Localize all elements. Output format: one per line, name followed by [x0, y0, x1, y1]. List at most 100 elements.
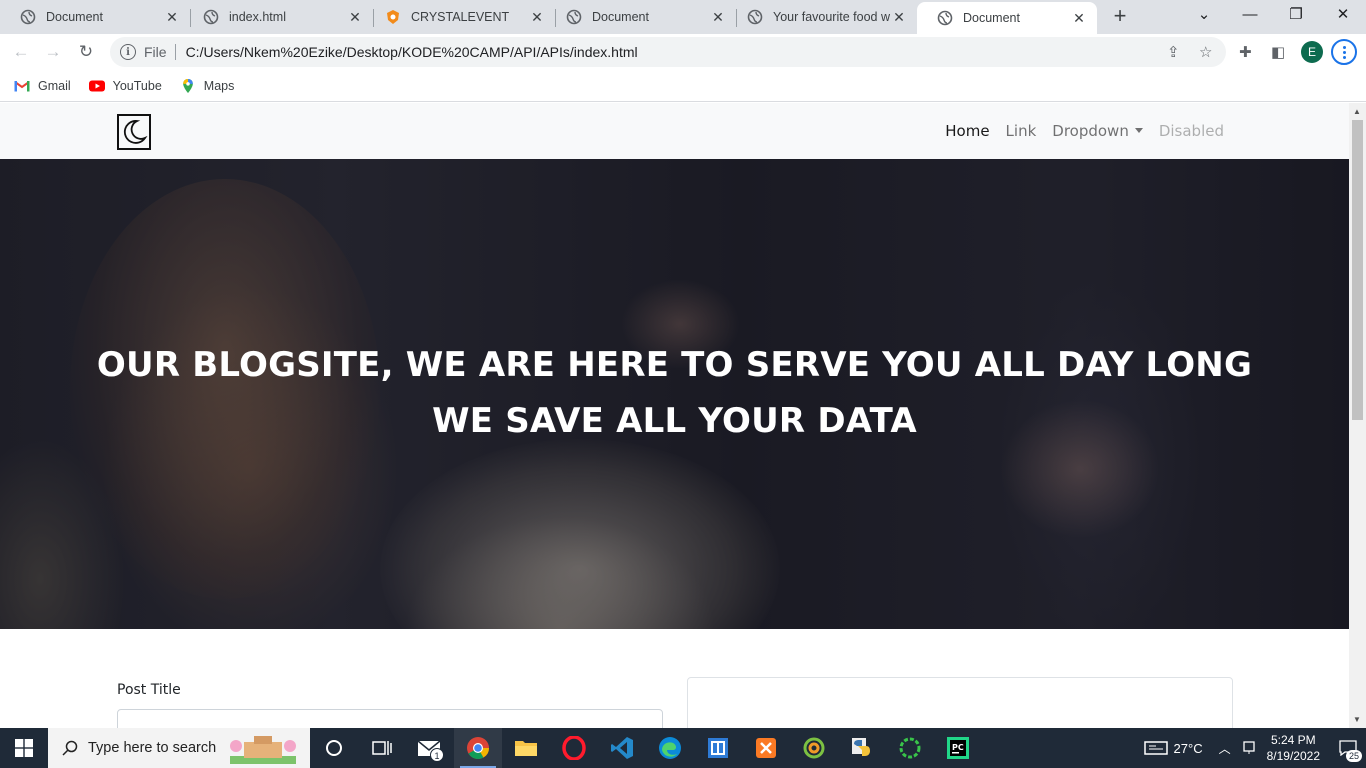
python-icon	[852, 738, 870, 756]
network-icon[interactable]	[1241, 740, 1257, 756]
reload-icon[interactable]: ↻	[74, 40, 98, 64]
globe-icon	[20, 9, 36, 25]
tab-close-icon[interactable]: ✕	[891, 9, 907, 26]
globe-icon	[747, 9, 763, 25]
search-placeholder: Type here to search	[88, 740, 217, 756]
browser-tab-strip: Document ✕ index.html ✕ CRYSTALEVENT ✕ D…	[0, 0, 1366, 34]
tab-close-icon[interactable]: ✕	[710, 9, 726, 26]
swirl-app-icon	[803, 737, 825, 759]
opera-icon	[562, 736, 586, 760]
nav-link-disabled: Disabled	[1158, 122, 1224, 140]
posts-card	[687, 677, 1233, 728]
tab-title: CRYSTALEVENT	[411, 10, 510, 24]
tab-close-icon[interactable]: ✕	[1071, 10, 1087, 27]
vscode-icon	[611, 737, 633, 759]
taskbar-python-app[interactable]	[838, 728, 886, 768]
scroll-down-icon[interactable]: ▼	[1353, 715, 1361, 724]
bookmark-maps[interactable]: Maps	[180, 78, 235, 93]
xampp-icon	[756, 738, 776, 758]
nav-dropdown-toggle[interactable]: Dropdown	[1052, 122, 1143, 140]
new-tab-button[interactable]: +	[1108, 5, 1132, 29]
taskbar-pycharm-app[interactable]: PC	[934, 728, 982, 768]
bookmark-star-icon[interactable]: ☆	[1199, 43, 1212, 61]
browser-tab[interactable]: CRYSTALEVENT ✕	[365, 0, 555, 34]
globe-icon	[937, 10, 953, 26]
nav-link-link[interactable]: Link	[1006, 122, 1037, 140]
clock-time: 5:24 PM	[1270, 733, 1316, 747]
taskbar-app-green-orange[interactable]	[790, 728, 838, 768]
bookmark-label: Maps	[203, 78, 235, 93]
hero-line-2: WE SAVE ALL YOUR DATA	[432, 401, 917, 441]
maximize-button[interactable]: ❐	[1273, 0, 1319, 30]
browser-tab[interactable]: index.html ✕	[183, 0, 373, 34]
globe-icon	[203, 9, 219, 25]
site-logo[interactable]	[117, 114, 151, 150]
caret-down-icon	[1134, 128, 1143, 133]
back-arrow-icon[interactable]: ←	[9, 40, 33, 64]
taskbar-chrome-app[interactable]	[454, 728, 502, 768]
search-icon	[62, 740, 78, 756]
minimize-button[interactable]: —	[1227, 0, 1273, 30]
nav-link-home[interactable]: Home	[945, 122, 989, 140]
system-tray: 27°C ︿ 5:24 PM 8/19/2022 25	[1143, 728, 1366, 768]
taskbar-clock[interactable]: 5:24 PM 8/19/2022	[1267, 732, 1320, 764]
close-window-button[interactable]: ✕	[1320, 0, 1366, 30]
notification-center-button[interactable]: 25	[1330, 728, 1366, 768]
site-navbar: Home Link Dropdown Disabled	[0, 103, 1349, 159]
weather-temperature[interactable]: 27°C	[1174, 741, 1203, 756]
bookmark-gmail[interactable]: Gmail	[14, 79, 71, 93]
start-button[interactable]	[0, 728, 48, 768]
tab-title: Document	[592, 10, 649, 24]
page-scrollbar[interactable]: ▲ ▼	[1349, 103, 1366, 728]
address-bar[interactable]: i File C:/Users/Nkem%20Ezike/Desktop/KOD…	[110, 37, 1226, 67]
profile-avatar[interactable]: E	[1301, 41, 1323, 63]
post-title-label: Post Title	[117, 682, 181, 698]
cortana-circle-icon	[326, 740, 342, 756]
folder-icon	[515, 741, 537, 756]
taskbar-mail-app[interactable]: 1	[406, 728, 454, 768]
tab-title: index.html	[229, 10, 286, 24]
post-title-input[interactable]	[117, 709, 663, 728]
side-panel-icon[interactable]: ◧	[1271, 43, 1285, 61]
browser-tab[interactable]: Your favourite food w ✕	[727, 0, 917, 34]
forward-arrow-icon[interactable]: →	[41, 40, 65, 64]
chrome-icon	[467, 737, 489, 759]
tray-chevron-up-icon[interactable]: ︿	[1219, 740, 1231, 757]
scroll-up-icon[interactable]: ▲	[1353, 107, 1361, 116]
tab-close-icon[interactable]: ✕	[164, 9, 180, 26]
browser-toolbar: ← → ↻ i File C:/Users/Nkem%20Ezike/Deskt…	[0, 34, 1366, 70]
tab-close-icon[interactable]: ✕	[529, 9, 545, 26]
taskbar-opera-app[interactable]	[550, 728, 598, 768]
youtube-icon	[88, 80, 105, 91]
browser-tab[interactable]: Document ✕	[0, 0, 190, 34]
svg-text:PC: PC	[952, 743, 964, 752]
extensions-puzzle-icon[interactable]: ✚	[1239, 43, 1252, 61]
taskbar-file-explorer[interactable]	[502, 728, 550, 768]
task-view-button[interactable]	[358, 728, 406, 768]
browser-tab[interactable]: Document ✕	[546, 0, 736, 34]
url-text[interactable]: C:/Users/Nkem%20Ezike/Desktop/KODE%20CAM…	[186, 44, 1226, 60]
windows-taskbar: Type here to search 1 PC 27°C ︿ 5:24 PM …	[0, 728, 1366, 768]
hero-banner: OUR BLOGSITE, WE ARE HERE TO SERVE YOU A…	[0, 159, 1349, 629]
taskbar-edge-app[interactable]	[646, 728, 694, 768]
tab-search-chevron-icon[interactable]: ⌄	[1181, 0, 1227, 30]
cortana-button[interactable]	[310, 728, 358, 768]
bookmark-youtube[interactable]: YouTube	[88, 79, 162, 93]
scrollbar-thumb[interactable]	[1352, 120, 1363, 420]
taskbar-app-blue[interactable]	[694, 728, 742, 768]
chrome-menu-icon[interactable]	[1331, 39, 1357, 65]
share-icon[interactable]: ⇪	[1167, 43, 1180, 61]
taskbar-xampp-app[interactable]	[742, 728, 790, 768]
taskbar-app-ring[interactable]	[886, 728, 934, 768]
weather-news-icon[interactable]	[1143, 740, 1168, 756]
taskbar-search-input[interactable]: Type here to search	[48, 728, 310, 768]
tab-close-icon[interactable]: ✕	[347, 9, 363, 26]
browser-tab-active[interactable]: Document ✕	[917, 2, 1097, 34]
taskbar-vscode-app[interactable]	[598, 728, 646, 768]
pycharm-icon: PC	[947, 737, 969, 759]
globe-icon	[566, 9, 582, 25]
edge-icon	[659, 737, 681, 759]
info-icon[interactable]: i	[120, 44, 136, 60]
page-viewport: Home Link Dropdown Disabled OUR BLOGSITE…	[0, 103, 1349, 728]
notification-count-badge: 25	[1345, 750, 1362, 762]
